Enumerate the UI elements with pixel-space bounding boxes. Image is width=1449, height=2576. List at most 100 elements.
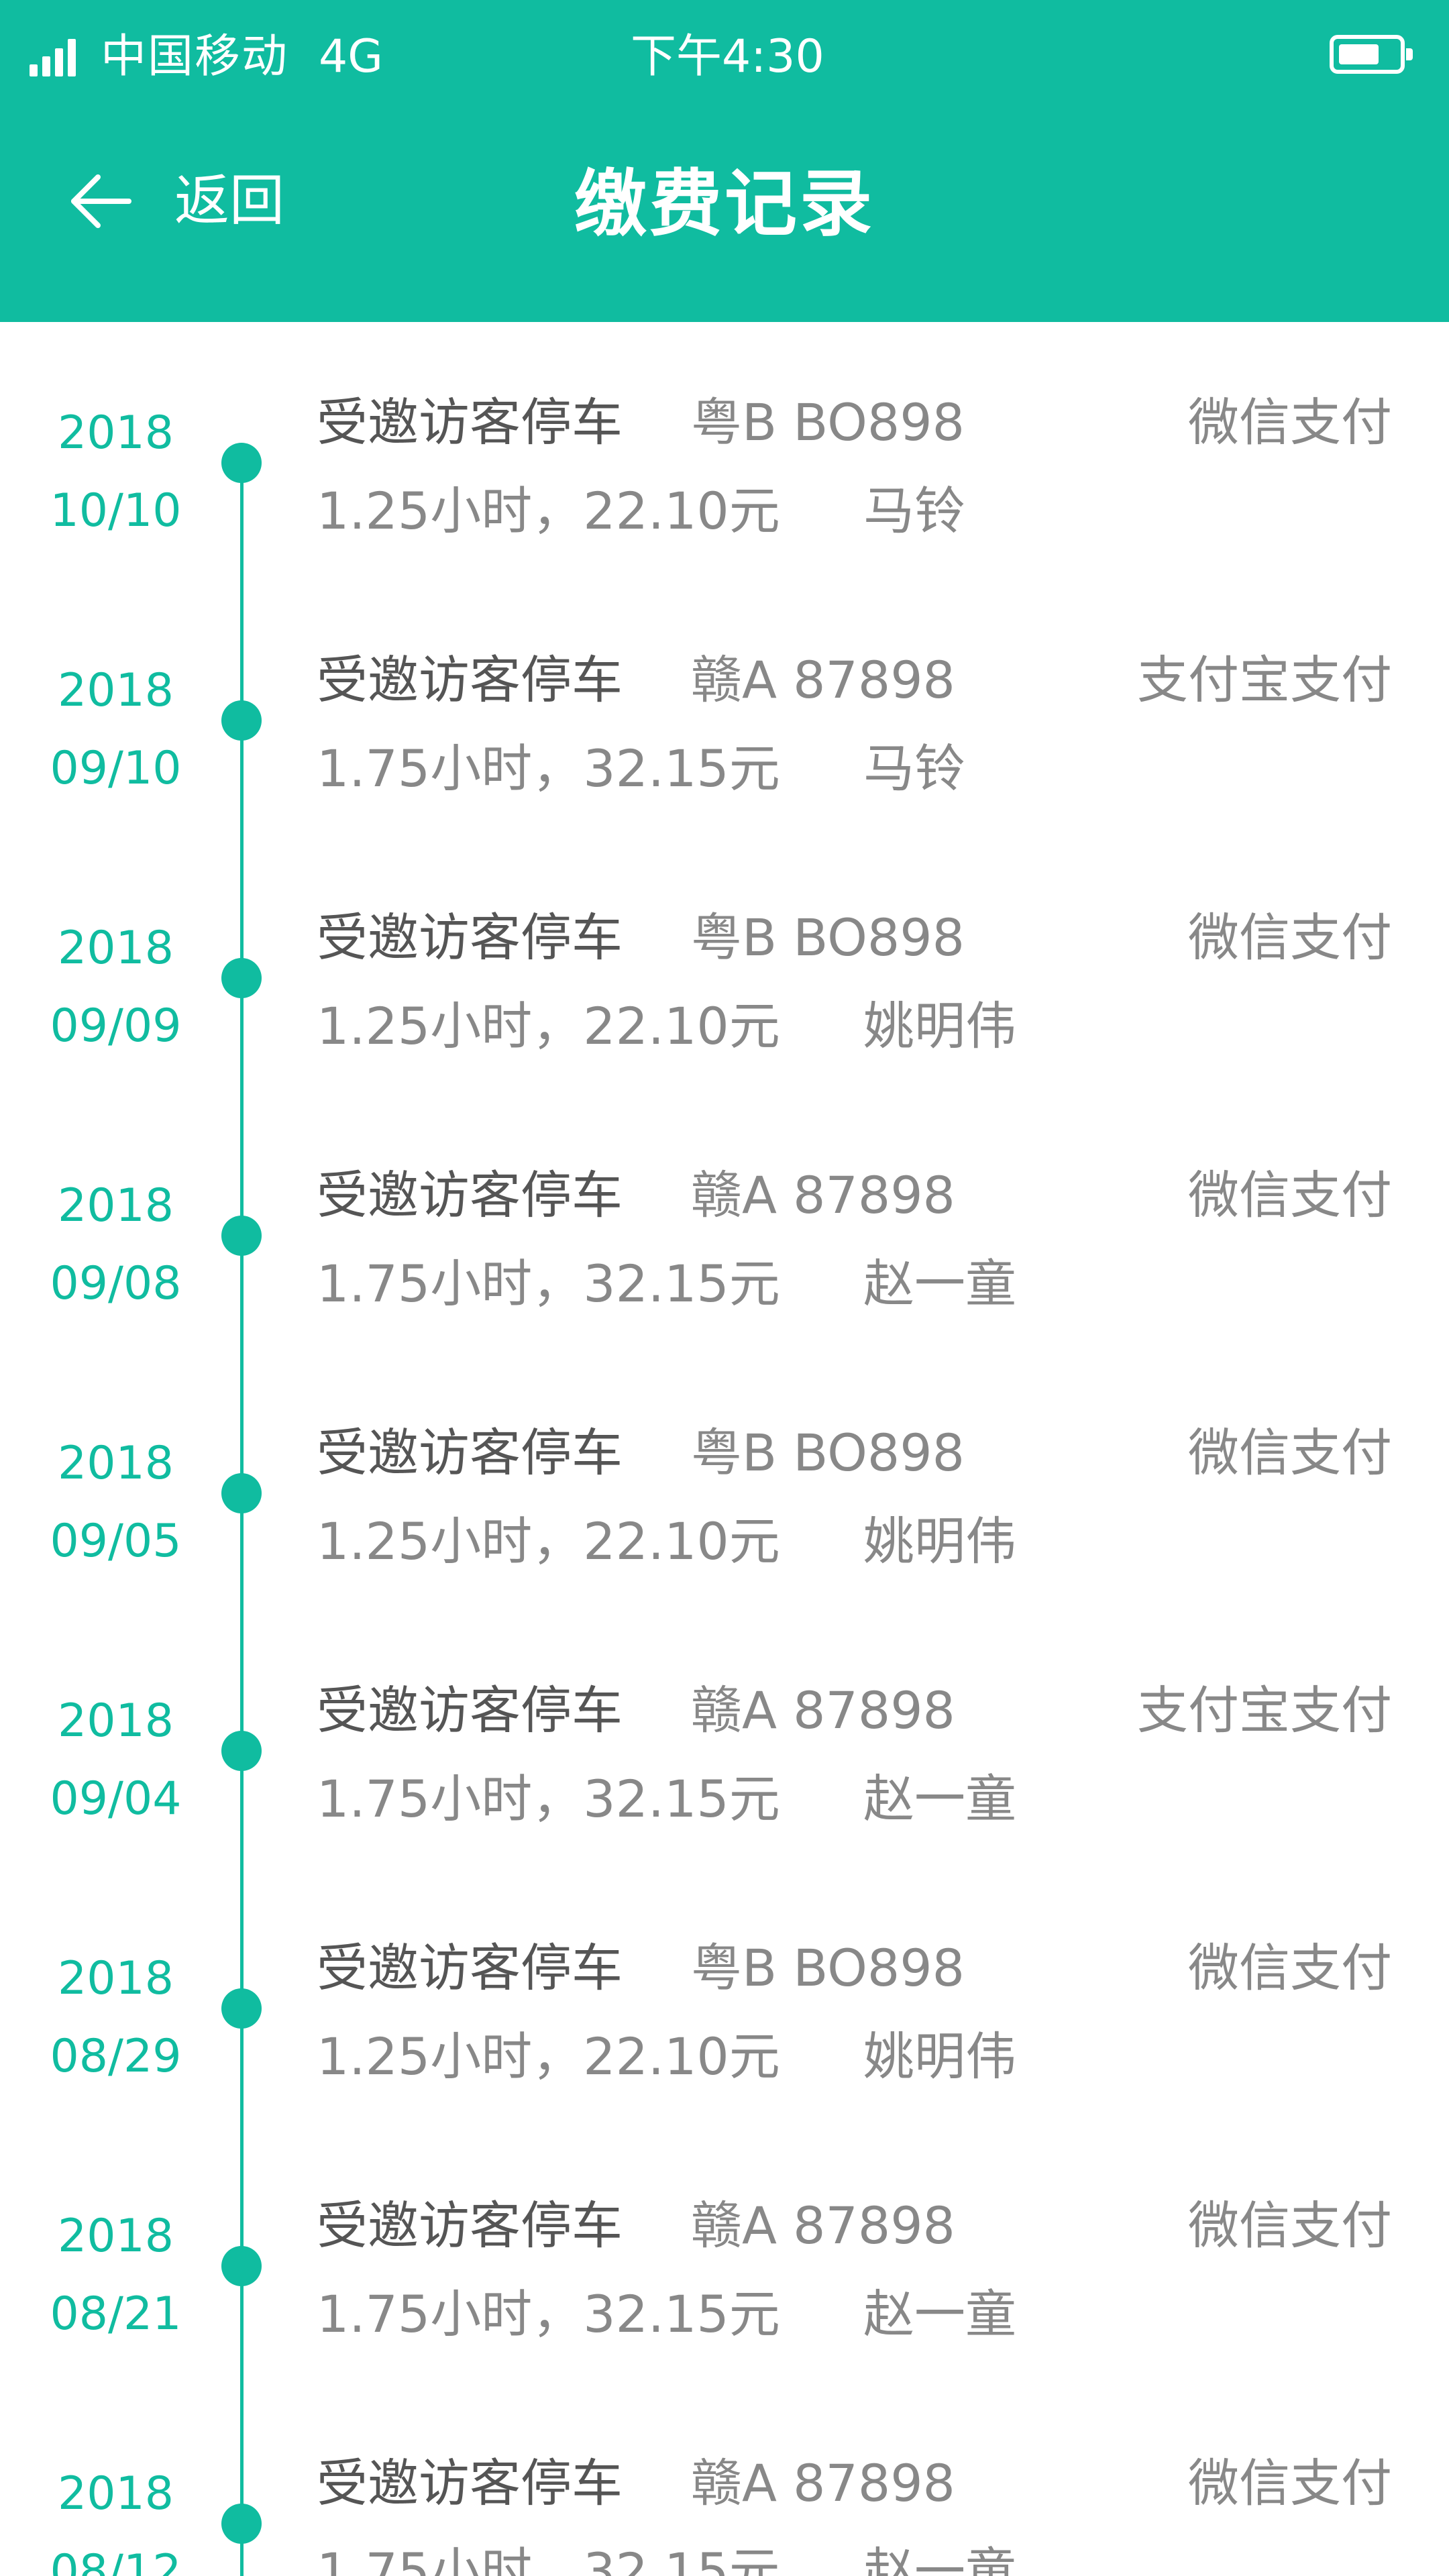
- record-detail: 1.25小时，22.10元: [317, 481, 780, 541]
- license-plate: 粤B BO898: [691, 1938, 965, 1998]
- header: 中国移动 4G 下午4:30 返回 缴费记录: [0, 0, 1449, 322]
- record-year: 2018: [57, 1952, 174, 2005]
- payment-method: 微信支付: [1188, 2196, 1392, 2255]
- carrier-name: 中国移动: [101, 30, 289, 83]
- license-plate: 赣A 87898: [691, 1680, 955, 1740]
- payment-method: 微信支付: [1188, 392, 1392, 452]
- license-plate: 赣A 87898: [691, 1165, 955, 1225]
- record-item[interactable]: 2018 09/08 受邀访客停车 赣A 87898 微信支付 1.75小时，3…: [0, 1095, 1449, 1352]
- record-person: 姚明伟: [863, 1511, 1016, 1571]
- record-detail: 1.75小时，32.15元: [317, 2542, 780, 2576]
- record-type: 受邀访客停车: [317, 1938, 623, 1998]
- record-detail: 1.75小时，32.15元: [317, 1769, 780, 1829]
- record-detail: 1.25小时，22.10元: [317, 1511, 780, 1571]
- record-item[interactable]: 2018 10/10 受邀访客停车 粤B BO898 微信支付 1.25小时，2…: [0, 322, 1449, 580]
- record-month-day: 09/04: [50, 1772, 182, 1825]
- payment-method: 微信支付: [1188, 1938, 1392, 1998]
- record-person: 赵一童: [863, 2542, 1016, 2576]
- record-date: 2018 09/09: [27, 910, 205, 1065]
- record-type: 受邀访客停车: [317, 1165, 623, 1225]
- record-date: 2018 09/05: [27, 1425, 205, 1580]
- timeline-dot: [221, 958, 262, 998]
- record-month-day: 09/05: [50, 1515, 182, 1568]
- record-type: 受邀访客停车: [317, 2196, 623, 2255]
- license-plate: 粤B BO898: [691, 392, 965, 452]
- record-detail: 1.25小时，22.10元: [317, 2027, 780, 2086]
- license-plate: 赣A 87898: [691, 2453, 955, 2513]
- record-type: 受邀访客停车: [317, 1680, 623, 1740]
- record-date: 2018 08/29: [27, 1940, 205, 2096]
- record-year: 2018: [57, 1437, 174, 1490]
- record-date: 2018 09/10: [27, 652, 205, 808]
- timeline-dot: [221, 1216, 262, 1256]
- record-month-day: 08/21: [50, 2288, 182, 2341]
- record-person: 马铃: [863, 481, 965, 541]
- battery-icon: [1330, 35, 1413, 74]
- record-detail: 1.25小时，22.10元: [317, 996, 780, 1056]
- record-date: 2018 09/04: [27, 1682, 205, 1838]
- status-time: 下午4:30: [631, 30, 824, 83]
- license-plate: 粤B BO898: [691, 1423, 965, 1483]
- status-bar: 中国移动 4G 下午4:30: [0, 0, 1449, 114]
- record-item[interactable]: 2018 09/09 受邀访客停车 粤B BO898 微信支付 1.25小时，2…: [0, 837, 1449, 1095]
- record-year: 2018: [57, 2467, 174, 2520]
- payment-method: 微信支付: [1188, 1165, 1392, 1225]
- record-type: 受邀访客停车: [317, 2453, 623, 2513]
- record-year: 2018: [57, 1179, 174, 1232]
- record-year: 2018: [57, 2210, 174, 2263]
- license-plate: 赣A 87898: [691, 2196, 955, 2255]
- record-person: 赵一童: [863, 1254, 1016, 1313]
- record-month-day: 09/08: [50, 1257, 182, 1310]
- payment-method: 微信支付: [1188, 908, 1392, 967]
- record-date: 2018 09/08: [27, 1167, 205, 1323]
- record-year: 2018: [57, 922, 174, 975]
- record-month-day: 10/10: [50, 484, 182, 537]
- record-date: 2018 08/12: [27, 2455, 205, 2576]
- record-detail: 1.75小时，32.15元: [317, 1254, 780, 1313]
- record-month-day: 09/10: [50, 742, 182, 795]
- record-type: 受邀访客停车: [317, 908, 623, 967]
- record-item[interactable]: 2018 09/04 受邀访客停车 赣A 87898 支付宝支付 1.75小时，…: [0, 1610, 1449, 1868]
- payment-method: 支付宝支付: [1137, 1680, 1392, 1740]
- payment-method: 微信支付: [1188, 1423, 1392, 1483]
- record-person: 赵一童: [863, 1769, 1016, 1829]
- payment-method: 微信支付: [1188, 2453, 1392, 2513]
- payment-records-list[interactable]: 2018 10/10 受邀访客停车 粤B BO898 微信支付 1.25小时，2…: [0, 322, 1449, 2576]
- record-year: 2018: [57, 407, 174, 460]
- timeline-dot: [221, 700, 262, 741]
- record-item[interactable]: 2018 09/10 受邀访客停车 赣A 87898 支付宝支付 1.75小时，…: [0, 580, 1449, 837]
- license-plate: 赣A 87898: [691, 650, 955, 710]
- timeline-dot: [221, 443, 262, 483]
- timeline-dot: [221, 1988, 262, 2029]
- record-person: 姚明伟: [863, 996, 1016, 1056]
- record-type: 受邀访客停车: [317, 650, 623, 710]
- record-month-day: 08/29: [50, 2030, 182, 2083]
- record-year: 2018: [57, 1695, 174, 1748]
- battery-level: [1339, 44, 1379, 64]
- timeline-dot: [221, 1731, 262, 1771]
- network-type: 4G: [319, 30, 383, 83]
- record-item[interactable]: 2018 08/29 受邀访客停车 粤B BO898 微信支付 1.25小时，2…: [0, 1868, 1449, 2125]
- timeline-dot: [221, 2504, 262, 2544]
- page-title: 缴费记录: [574, 162, 875, 246]
- record-month-day: 09/09: [50, 1000, 182, 1053]
- record-date: 2018 08/21: [27, 2198, 205, 2353]
- record-detail: 1.75小时，32.15元: [317, 2284, 780, 2344]
- record-detail: 1.75小时，32.15元: [317, 739, 780, 798]
- license-plate: 粤B BO898: [691, 908, 965, 967]
- record-item[interactable]: 2018 09/05 受邀访客停车 粤B BO898 微信支付 1.25小时，2…: [0, 1352, 1449, 1610]
- record-person: 马铃: [863, 739, 965, 798]
- payment-method: 支付宝支付: [1137, 650, 1392, 710]
- record-person: 赵一童: [863, 2284, 1016, 2344]
- signal-bars-icon: [30, 39, 76, 76]
- record-type: 受邀访客停车: [317, 392, 623, 452]
- timeline-dot: [221, 1473, 262, 1513]
- record-year: 2018: [57, 664, 174, 717]
- timeline-dot: [221, 2246, 262, 2286]
- record-type: 受邀访客停车: [317, 1423, 623, 1483]
- record-item[interactable]: 2018 08/21 受邀访客停车 赣A 87898 微信支付 1.75小时，3…: [0, 2125, 1449, 2383]
- nav-bar: 返回 缴费记录: [0, 114, 1449, 322]
- record-date: 2018 10/10: [27, 394, 205, 550]
- record-month-day: 08/12: [50, 2545, 182, 2576]
- record-item[interactable]: 2018 08/12 受邀访客停车 赣A 87898 微信支付 1.75小时，3…: [0, 2383, 1449, 2576]
